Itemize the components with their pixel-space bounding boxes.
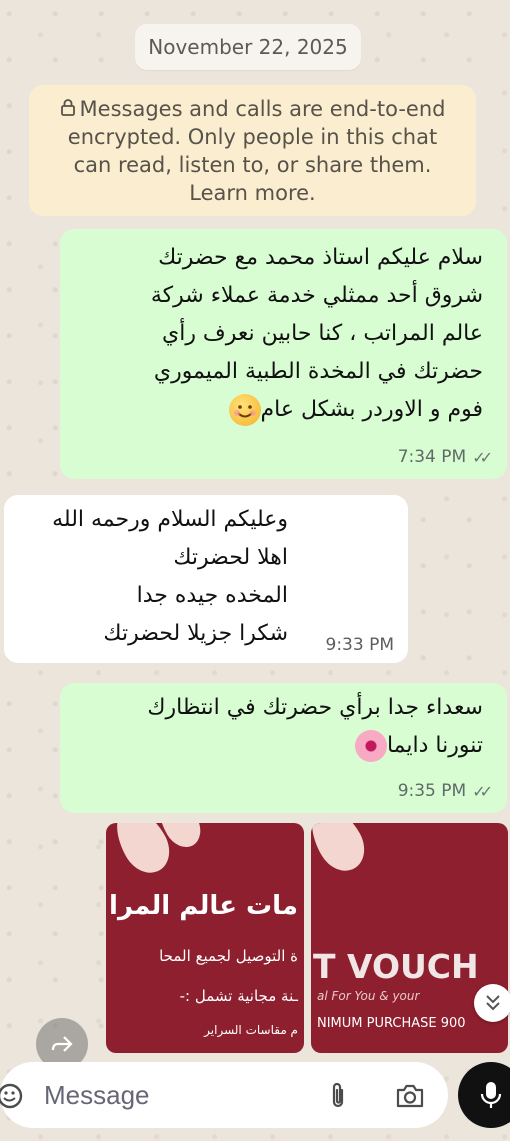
message-time: 9:35 PM — [397, 781, 467, 801]
message-line: حضرتك في المخدة الطبية الميموري — [153, 359, 483, 384]
message-line: عالم المراتب ، كنا حابين نعرف رأي — [161, 321, 483, 346]
encryption-notice[interactable]: Messages and calls are end-to-end encryp… — [29, 85, 476, 216]
smiling-face-emoji-icon — [228, 394, 261, 426]
message-text: سعداء جدا برأي حضرتك في انتظارك تنورنا د… — [83, 689, 483, 765]
image-text: al For You & your — [317, 989, 420, 1003]
image-title: مات عالم المرا — [109, 891, 298, 921]
message-line: اهلا لحضرتك — [173, 545, 288, 570]
message-line: فوم و الاوردر بشكل عام — [83, 391, 483, 429]
message-line: شكرا جزيلا لحضرتك — [103, 621, 288, 646]
message-composer — [0, 1062, 448, 1128]
message-meta: 7:34 PM ✓✓ — [398, 447, 493, 467]
image-thumbnail[interactable]: مات عالم المرا ة التوصيل لجميع المحا ـنة… — [106, 823, 304, 1053]
lock-icon — [60, 95, 76, 123]
paperclip-icon — [332, 1082, 344, 1108]
read-receipt-icon: ✓✓ — [472, 781, 493, 801]
message-meta: 9:35 PM ✓✓ — [398, 781, 493, 801]
emoji-icon — [0, 1083, 23, 1109]
message-bubble-outgoing[interactable]: سعداء جدا برأي حضرتك في انتظارك تنورنا د… — [60, 683, 507, 813]
camera-icon — [396, 1084, 424, 1108]
message-bubble-outgoing[interactable]: سلام عليكم استاذ محمد مع حضرتك شروق أحد … — [60, 229, 507, 479]
image-album[interactable]: مات عالم المرا ة التوصيل لجميع المحا ـنة… — [106, 823, 510, 1053]
attach-button[interactable] — [322, 1080, 354, 1112]
message-meta: 9:33 PM — [326, 635, 395, 655]
image-title: T VOUCH — [313, 947, 479, 986]
message-time: 9:33 PM — [325, 635, 395, 655]
date-chip: November 22, 2025 — [135, 24, 361, 70]
double-chevron-down-icon — [486, 995, 500, 1011]
message-bubble-incoming[interactable]: وعليكم السلام ورحمه الله اهلا لحضرتك الم… — [4, 495, 408, 663]
message-text: وعليكم السلام ورحمه الله اهلا لحضرتك الم… — [8, 501, 288, 653]
read-receipt-icon: ✓✓ — [472, 447, 493, 467]
message-text: سلام عليكم استاذ محمد مع حضرتك شروق أحد … — [83, 239, 483, 429]
message-line: وعليكم السلام ورحمه الله — [52, 507, 288, 532]
image-thumbnail[interactable]: T VOUCH al For You & your NIMUM PURCHASE… — [311, 823, 508, 1053]
camera-button[interactable] — [394, 1080, 426, 1112]
message-input[interactable] — [44, 1074, 304, 1116]
encryption-notice-text: Messages and calls are end-to-end encryp… — [67, 97, 446, 205]
mic-icon — [480, 1082, 502, 1108]
message-line: سلام عليكم استاذ محمد مع حضرتك — [158, 245, 483, 270]
forward-icon — [51, 1036, 73, 1052]
emoji-button[interactable] — [0, 1082, 28, 1110]
message-time: 7:34 PM — [397, 447, 467, 467]
image-text: ـنة مجانية تشمل :- — [179, 987, 298, 1005]
cherry-blossom-emoji-icon — [354, 730, 387, 762]
scroll-to-bottom-button[interactable] — [474, 984, 510, 1022]
petal-decoration — [311, 823, 374, 880]
image-text: م مقاسات السراير — [204, 1023, 298, 1037]
message-line: سعداء جدا برأي حضرتك في انتظارك — [147, 695, 483, 720]
image-text: NIMUM PURCHASE 900 — [317, 1016, 466, 1031]
image-text: ة التوصيل لجميع المحا — [159, 947, 298, 965]
message-line: شروق أحد ممثلي خدمة عملاء شركة — [150, 283, 483, 308]
message-line: المخده جيده جدا — [136, 583, 288, 608]
message-line: تنورنا دايما — [83, 727, 483, 765]
